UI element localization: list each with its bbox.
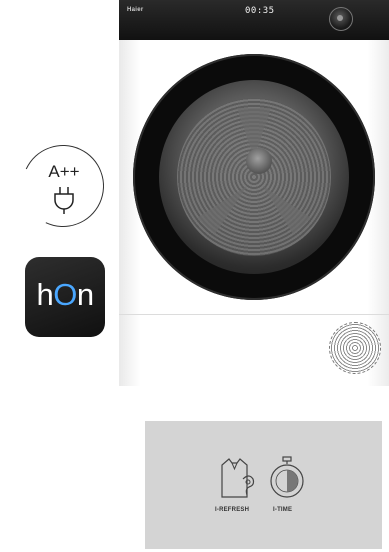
energy-rating-badge: A++ [10, 133, 116, 239]
control-panel: Haier 00:35 [119, 0, 389, 40]
drum-hub [246, 148, 272, 174]
plug-icon [54, 187, 74, 214]
hon-app-logo: hOn [25, 257, 105, 337]
time-display: 00:35 [245, 6, 275, 16]
features-panel: I-REFRESH I-TIME [145, 421, 382, 549]
hon-letter-o: O [53, 277, 77, 312]
drum-vanes [197, 108, 311, 234]
body-seam [119, 314, 389, 315]
hon-letter-n: n [76, 277, 94, 312]
filter-grille [329, 322, 381, 374]
hon-logo-text: hOn [25, 277, 105, 313]
feature-label-i-refresh: I-REFRESH [215, 507, 250, 513]
dryer-image: Haier 00:35 [119, 0, 389, 386]
energy-rating: A++ [48, 162, 80, 181]
hon-letter-h: h [36, 277, 54, 312]
shirt-icon [221, 458, 255, 498]
knob-center [337, 15, 343, 21]
brand-logo: Haier [127, 7, 144, 13]
stopwatch-icon [270, 456, 304, 498]
feature-label-i-time: I-TIME [273, 507, 293, 513]
